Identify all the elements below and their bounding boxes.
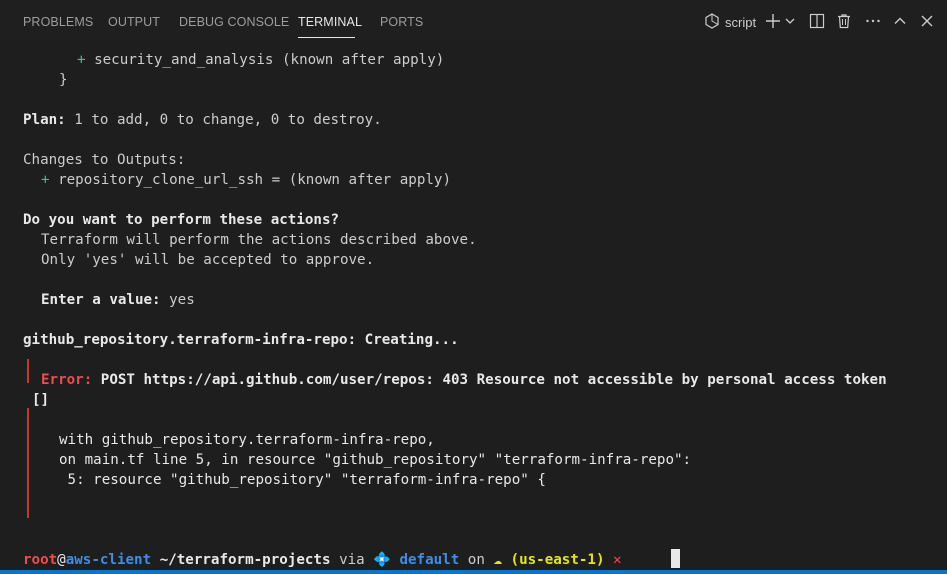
prompt-at: @ <box>57 552 66 568</box>
prompt-region: (us-east-1) <box>510 552 605 568</box>
terminal-line: 5: resource "github_repository" "terrafo… <box>59 472 546 488</box>
close-panel-icon[interactable] <box>918 12 936 30</box>
trash-icon[interactable] <box>835 12 853 30</box>
tab-terminal[interactable]: TERMINAL <box>298 15 362 29</box>
terminal-shell-icon[interactable] <box>703 12 721 30</box>
line-text: security_and_analysis (known after apply… <box>94 52 445 68</box>
plan-text: 1 to add, 0 to change, 0 to destroy. <box>65 112 382 128</box>
error-bar <box>27 408 29 518</box>
terminal-line: + security_and_analysis (known after app… <box>77 50 444 70</box>
terminal-line: with github_repository.terraform-infra-r… <box>59 432 435 448</box>
status-accent-line <box>0 570 947 574</box>
terminal-line: Plan: 1 to add, 0 to change, 0 to destro… <box>23 110 382 130</box>
prompt-host: aws-client <box>65 552 152 568</box>
terminal-line: Terraform will perform the actions descr… <box>41 232 477 248</box>
enter-value: yes <box>160 292 195 308</box>
error-line: Error: POST https://api.github.com/user/… <box>41 370 887 390</box>
terminal-output[interactable]: + security_and_analysis (known after app… <box>0 42 947 570</box>
terminal-line: Do you want to perform these actions? <box>23 212 340 228</box>
terminal-cursor <box>671 549 680 568</box>
shell-prompt: root@aws-client ~/terraform-projects via… <box>23 550 622 570</box>
prompt-on: on <box>459 552 494 568</box>
tab-ports[interactable]: PORTS <box>380 15 423 29</box>
tab-output[interactable]: OUTPUT <box>108 15 160 29</box>
terminal-line: + repository_clone_url_ssh = (known afte… <box>41 170 451 190</box>
terminal-line: Enter a value: yes <box>41 290 195 310</box>
plan-label: Plan: <box>23 112 66 128</box>
tab-debug-console[interactable]: DEBUG CONSOLE <box>179 15 289 29</box>
terminal-line: } <box>59 72 68 88</box>
split-terminal-icon[interactable] <box>808 12 826 30</box>
terminal-line: github_repository.terraform-infra-repo: … <box>23 332 459 348</box>
maximize-panel-icon[interactable] <box>891 12 909 30</box>
error-bar <box>27 359 29 383</box>
prompt-workspace: default <box>399 552 460 568</box>
enter-label: Enter a value: <box>41 292 161 308</box>
more-actions-icon[interactable] <box>864 12 882 30</box>
error-text: POST https://api.github.com/user/repos: … <box>92 372 887 388</box>
plus-marker: + <box>77 52 86 68</box>
prompt-user: root <box>23 552 58 568</box>
terminal-line: Changes to Outputs: <box>23 152 186 168</box>
line-text: repository_clone_url_ssh = (known after … <box>58 172 452 188</box>
error-tail: [] <box>32 392 50 408</box>
prompt-path: ~/terraform-projects <box>159 552 331 568</box>
terraform-icon: 💠 <box>373 552 391 568</box>
new-terminal-plus-icon[interactable] <box>764 12 782 30</box>
plus-marker: + <box>41 172 50 188</box>
prompt-via: via <box>330 552 374 568</box>
error-label: Error: <box>41 372 93 388</box>
terminal-line: Only 'yes' will be accepted to approve. <box>41 252 375 268</box>
tab-problems[interactable]: PROBLEMS <box>23 15 93 29</box>
active-tab-underline <box>298 37 355 38</box>
error-status-icon: ✕ <box>613 552 622 568</box>
cloud-icon: ☁ <box>493 552 502 568</box>
terminal-name-label[interactable]: script <box>725 15 756 30</box>
chevron-down-icon[interactable] <box>784 12 796 30</box>
panel-tab-bar: PROBLEMS OUTPUT DEBUG CONSOLE TERMINAL P… <box>0 0 947 42</box>
terminal-line: on main.tf line 5, in resource "github_r… <box>59 452 692 468</box>
